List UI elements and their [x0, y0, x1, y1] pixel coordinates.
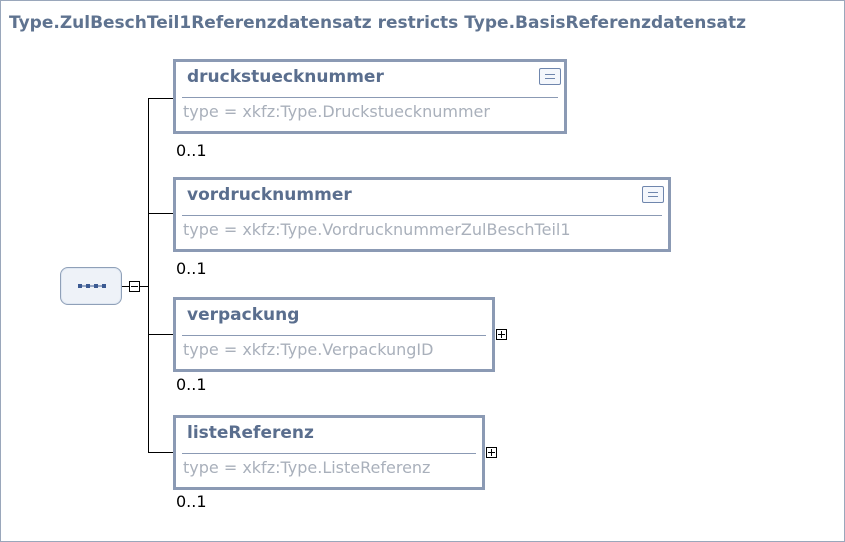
sequence-compositor[interactable]	[60, 267, 122, 305]
element-separator	[182, 215, 662, 216]
sequence-compositor-icon	[78, 284, 106, 288]
connector-branch-3	[148, 334, 173, 335]
element-box-listeReferenz[interactable]: listeReferenz type = xkfz:Type.ListeRefe…	[173, 415, 485, 490]
element-type: type = xkfz:Type.Druckstuecknummer	[183, 102, 490, 121]
diagram-title: Type.ZulBeschTeil1Referenzdatensatz rest…	[9, 13, 746, 33]
connector-branch-2	[148, 213, 173, 214]
element-box-verpackung[interactable]: verpackung type = xkfz:Type.VerpackungID	[173, 297, 495, 372]
element-type: type = xkfz:Type.VerpackungID	[183, 340, 434, 359]
documentation-icon	[539, 68, 561, 85]
diagram-frame: Type.ZulBeschTeil1Referenzdatensatz rest…	[0, 0, 845, 542]
cardinality-label: 0..1	[176, 492, 207, 511]
cardinality-label: 0..1	[176, 375, 207, 394]
plus-toggle-icon[interactable]	[496, 329, 507, 340]
connector-branch-1	[148, 98, 173, 99]
element-separator	[182, 335, 486, 336]
element-type: type = xkfz:Type.VordrucknummerZulBeschT…	[183, 220, 571, 239]
element-box-druckstuecknummer[interactable]: druckstuecknummer type = xkfz:Type.Druck…	[173, 59, 567, 134]
element-name: listeReferenz	[187, 423, 314, 443]
element-type: type = xkfz:Type.ListeReferenz	[183, 458, 431, 477]
connector-seq-to-toggle	[122, 286, 129, 287]
cardinality-label: 0..1	[176, 141, 207, 160]
element-name: vordrucknummer	[187, 185, 352, 205]
plus-toggle-icon[interactable]	[486, 447, 497, 458]
connector-trunk	[148, 98, 149, 452]
documentation-icon	[642, 186, 664, 203]
element-separator	[182, 97, 558, 98]
cardinality-label: 0..1	[176, 259, 207, 278]
element-name: verpackung	[187, 305, 300, 325]
element-separator	[182, 453, 476, 454]
element-box-vordrucknummer[interactable]: vordrucknummer type = xkfz:Type.Vordruck…	[173, 177, 671, 252]
minus-toggle-icon[interactable]	[129, 281, 140, 292]
element-name: druckstuecknummer	[187, 67, 384, 87]
connector-branch-4	[148, 452, 173, 453]
